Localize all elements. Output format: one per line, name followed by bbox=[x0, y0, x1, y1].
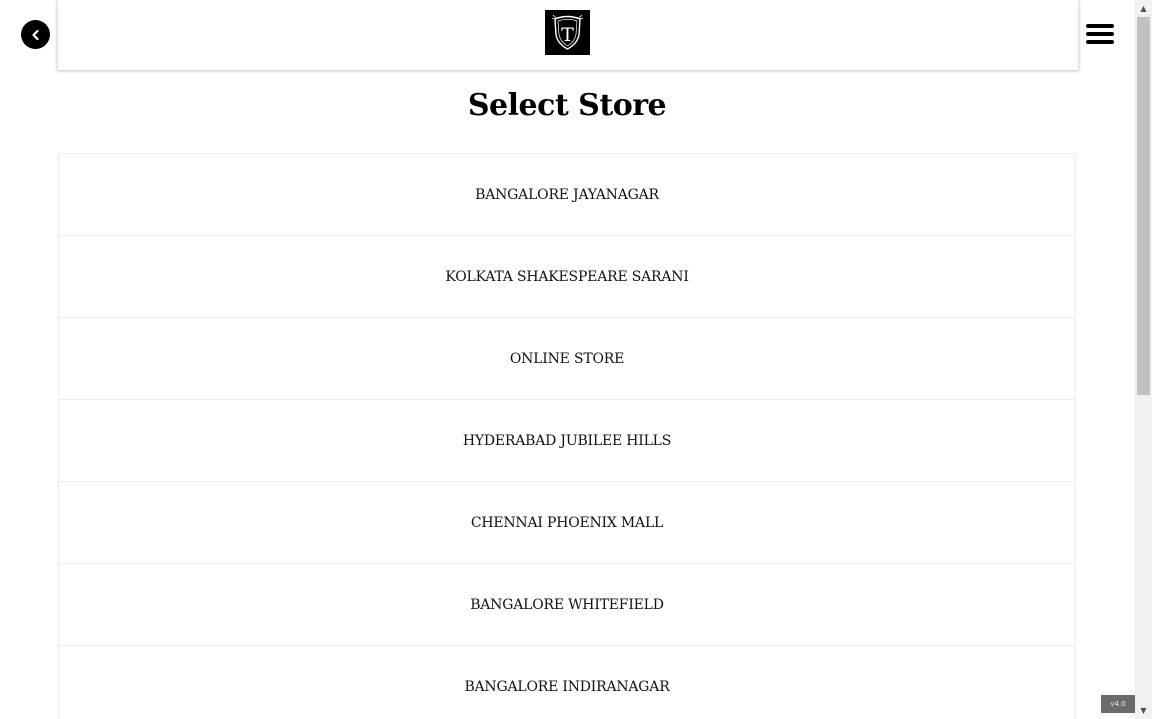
store-item-hyderabad-jubilee-hills[interactable]: HYDERABAD JUBILEE HILLS bbox=[58, 399, 1076, 481]
hamburger-menu-icon-line bbox=[1086, 40, 1114, 44]
store-item-bangalore-whitefield[interactable]: BANGALORE WHITEFIELD bbox=[58, 563, 1076, 645]
back-button[interactable] bbox=[21, 20, 50, 49]
header-bar: T bbox=[57, 0, 1079, 70]
store-item-kolkata-shakespeare-sarani[interactable]: KOLKATA SHAKESPEARE SARANI bbox=[58, 235, 1076, 317]
hamburger-menu-icon bbox=[1086, 24, 1114, 28]
scroll-down-arrow-icon[interactable]: ▼ bbox=[1135, 702, 1152, 719]
logo-letter: T bbox=[561, 24, 574, 46]
app-viewport: T Select Store BANGALORE JAYANAGAR KOLKA… bbox=[0, 0, 1135, 719]
store-list: BANGALORE JAYANAGAR KOLKATA SHAKESPEARE … bbox=[58, 153, 1076, 719]
hamburger-menu-icon-line bbox=[1086, 32, 1114, 36]
shield-logo-icon: T bbox=[551, 14, 584, 50]
scrollbar-thumb[interactable] bbox=[1137, 17, 1150, 395]
menu-button[interactable] bbox=[1086, 24, 1114, 46]
store-item-bangalore-jayanagar[interactable]: BANGALORE JAYANAGAR bbox=[58, 153, 1076, 235]
brand-logo[interactable]: T bbox=[545, 10, 590, 55]
store-item-bangalore-indiranagar[interactable]: BANGALORE INDIRANAGAR bbox=[58, 645, 1076, 719]
scroll-up-arrow-icon[interactable]: ▲ bbox=[1135, 0, 1152, 17]
store-item-chennai-phoenix-mall[interactable]: CHENNAI PHOENIX MALL bbox=[58, 481, 1076, 563]
page-title: Select Store bbox=[467, 88, 667, 123]
version-badge: v4.0 bbox=[1101, 695, 1135, 713]
chevron-left-icon bbox=[31, 29, 39, 40]
vertical-scrollbar[interactable]: ▲ ▼ bbox=[1135, 0, 1152, 719]
store-item-online-store[interactable]: ONLINE STORE bbox=[58, 317, 1076, 399]
